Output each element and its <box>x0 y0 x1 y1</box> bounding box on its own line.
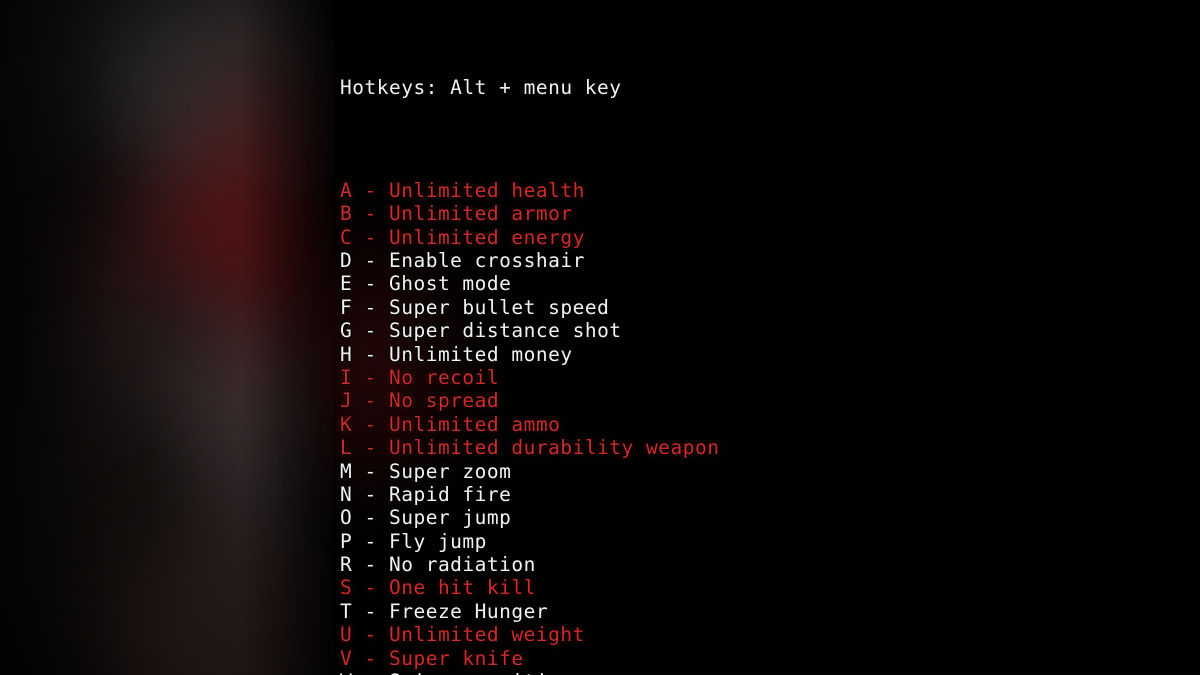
hotkey-row-p[interactable]: P - Fly jump <box>340 530 1200 553</box>
hotkey-key: F <box>340 295 353 319</box>
hotkey-row-a[interactable]: A - Unlimited health <box>340 179 1200 202</box>
hotkey-key: M <box>340 459 353 483</box>
hotkey-row-c[interactable]: C - Unlimited energy <box>340 226 1200 249</box>
hotkey-key: H <box>340 342 353 366</box>
hotkey-separator: - <box>352 482 389 506</box>
hotkey-separator: - <box>352 389 389 413</box>
hotkey-label: No recoil <box>388 365 500 389</box>
hotkey-separator: - <box>352 342 389 366</box>
hotkey-label: Rapid fire <box>388 482 512 506</box>
hotkey-label: Super distance shot <box>388 319 622 343</box>
hotkey-row-l[interactable]: L - Unlimited durability weapon <box>340 436 1200 459</box>
hotkey-label: No spread <box>388 389 500 413</box>
hotkey-label: One hit kill <box>388 576 536 600</box>
hotkey-key: P <box>340 529 353 553</box>
hotkey-separator: - <box>352 225 389 249</box>
hotkey-console: Hotkeys: Alt + menu key A - Unlimited he… <box>334 0 1200 675</box>
hotkey-separator: - <box>352 249 389 272</box>
hotkey-row-f[interactable]: F - Super bullet speed <box>340 296 1200 319</box>
hotkey-label: Fly jump <box>388 529 487 553</box>
hotkey-key: B <box>340 202 353 226</box>
hotkey-label: No radiation <box>388 553 536 577</box>
hotkey-key: N <box>340 482 353 506</box>
hotkey-separator: - <box>352 646 389 670</box>
hotkey-separator: - <box>352 272 389 296</box>
hotkey-separator: - <box>352 529 389 553</box>
hotkey-key: R <box>340 553 353 577</box>
hotkey-separator: - <box>352 319 389 343</box>
hotkey-list: A - Unlimited health B - Unlimited armor C… <box>340 179 1200 675</box>
hotkey-key: W <box>340 670 352 675</box>
hotkey-row-s[interactable]: S - One hit kill <box>340 576 1200 599</box>
blurred-game-background <box>0 0 334 675</box>
hotkey-key: C <box>340 225 353 249</box>
hotkey-label: Ghost mode <box>388 272 512 296</box>
hotkey-row-m[interactable]: M - Super zoom <box>340 460 1200 483</box>
hotkey-key: I <box>340 365 353 389</box>
hotkey-row-g[interactable]: G - Super distance shot <box>340 319 1200 342</box>
hotkey-separator: - <box>352 599 389 623</box>
hotkey-separator: - <box>352 459 389 483</box>
hotkey-row-d[interactable]: D - Enable crosshair <box>340 249 1200 272</box>
overlay-title: Hotkeys: Alt + menu key <box>340 76 622 100</box>
hotkey-key: E <box>340 272 353 296</box>
hotkey-row-k[interactable]: K - Unlimited ammo <box>340 413 1200 436</box>
hotkey-key: K <box>340 412 353 436</box>
hotkey-label: Super zoom <box>388 459 512 483</box>
hotkey-separator: - <box>352 506 389 530</box>
hotkey-separator: - <box>352 436 389 460</box>
hotkey-separator: - <box>352 178 389 202</box>
hotkey-label: Unlimited energy <box>388 225 585 249</box>
hotkey-separator: - <box>352 553 389 577</box>
hotkey-separator: - <box>352 295 389 319</box>
hotkey-row-o[interactable]: O - Super jump <box>340 506 1200 529</box>
hotkey-separator: - <box>352 412 389 436</box>
hotkey-separator: - <box>352 202 389 226</box>
hotkey-label: Unlimited ammo <box>388 412 561 436</box>
hotkey-key: L <box>340 436 353 460</box>
hotkey-row-i[interactable]: I - No recoil <box>340 366 1200 389</box>
hotkey-label: Super bullet speed <box>388 295 610 319</box>
hotkey-key: T <box>340 599 353 623</box>
hotkey-label: Unlimited health <box>388 178 585 202</box>
hotkey-key: O <box>340 506 353 530</box>
hotkey-key: U <box>340 623 353 647</box>
trainer-overlay-panel: Hotkeys: Alt + menu key A - Unlimited he… <box>334 0 1200 675</box>
hotkey-row-e[interactable]: E - Ghost mode <box>340 272 1200 295</box>
hotkey-separator: - <box>352 670 389 675</box>
hotkey-label: Super jump <box>388 506 512 530</box>
hotkey-label: Unlimited armor <box>388 202 573 226</box>
hotkey-row-j[interactable]: J - No spread <box>340 389 1200 412</box>
hotkey-row-n[interactable]: N - Rapid fire <box>340 483 1200 506</box>
hotkey-key: G <box>340 319 353 343</box>
hotkey-label: Freeze Hunger <box>388 599 549 623</box>
hotkey-row-t[interactable]: T - Freeze Hunger <box>340 600 1200 623</box>
hotkey-row-r[interactable]: R - No radiation <box>340 553 1200 576</box>
hotkey-separator: - <box>352 365 389 389</box>
hotkey-label: Enable crosshair <box>388 249 585 272</box>
hotkey-row-h[interactable]: H - Unlimited money <box>340 343 1200 366</box>
hotkey-label: Unlimited durability weapon <box>388 436 720 460</box>
hotkey-key: A <box>340 178 353 202</box>
hotkey-separator: - <box>352 576 389 600</box>
background-vignette <box>0 0 334 675</box>
hotkey-label: Unlimited money <box>388 342 573 366</box>
hotkey-row-w[interactable]: W - Sniper position <box>340 670 1200 675</box>
hotkey-row-v[interactable]: V - Super knife <box>340 647 1200 670</box>
hotkey-label: Unlimited weight <box>388 623 585 647</box>
hotkey-label: Super knife <box>388 646 524 670</box>
hotkey-key: D <box>340 249 353 272</box>
hotkey-key: S <box>340 576 353 600</box>
hotkey-key: J <box>340 389 353 413</box>
hotkey-key: V <box>340 646 353 670</box>
hotkey-separator: - <box>352 623 389 647</box>
hotkey-row-b[interactable]: B - Unlimited armor <box>340 202 1200 225</box>
hotkey-label: Sniper position <box>389 670 573 675</box>
screen: Hotkeys: Alt + menu key A - Unlimited he… <box>0 0 1200 675</box>
hotkey-row-u[interactable]: U - Unlimited weight <box>340 623 1200 646</box>
